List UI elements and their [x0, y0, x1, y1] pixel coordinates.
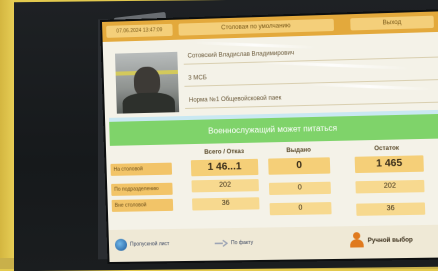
date-time-label: 07.06.2024 13:47:09 [106, 23, 173, 38]
user-icon [349, 232, 364, 250]
manual-select-label: Ручной выбор [367, 237, 413, 245]
row-remaining: 202 [355, 179, 425, 194]
kiosk-screen: 07.06.2024 13:47:09 Столовая по умолчани… [102, 11, 438, 263]
row-remaining: 36 [356, 202, 426, 216]
header-total: Всего / Отказ [204, 148, 245, 156]
row-issued: 0 [269, 202, 332, 216]
hand-pointer-icon [214, 238, 229, 248]
person-ration: Норма №1 Общевойсковой паек [184, 87, 438, 109]
row-issued: 0 [268, 157, 331, 175]
row-issued: 0 [268, 181, 331, 196]
row-label: По подразделению [111, 182, 173, 196]
row-label: Вне столовой [111, 198, 174, 212]
by-fact-button[interactable]: По факту [213, 232, 253, 255]
row-total: 202 [191, 179, 259, 193]
header-remaining: Остаток [374, 145, 400, 153]
footer-bar: Пропускной лист По факту Ручной выбор [108, 224, 438, 263]
row-total: 1 46...1 [190, 158, 259, 177]
person-name: Сотовский Владислав Владимирович [183, 42, 438, 65]
wall-left [0, 0, 14, 269]
row-total: 36 [192, 197, 260, 211]
row-remaining: 1 465 [354, 155, 424, 174]
manual-select-button[interactable]: Ручной выбор [349, 229, 414, 252]
person-photo [114, 51, 180, 114]
canteen-mode-button[interactable]: Столовая по умолчанию [178, 18, 335, 36]
header-issued: Выдано [286, 147, 312, 155]
ration-table: Всего / Отказ Выдано Остаток На столовой… [106, 143, 438, 226]
photo-body [122, 92, 176, 114]
globe-icon [114, 238, 128, 251]
exit-button[interactable]: Выход [350, 15, 434, 31]
row-label: На столовой [110, 162, 173, 176]
pass-list-button[interactable]: Пропускной лист [114, 233, 170, 256]
pass-list-label: Пропускной лист [129, 241, 170, 248]
person-unit: 3 МСБ [183, 64, 438, 87]
by-fact-label: По факту [230, 239, 254, 247]
